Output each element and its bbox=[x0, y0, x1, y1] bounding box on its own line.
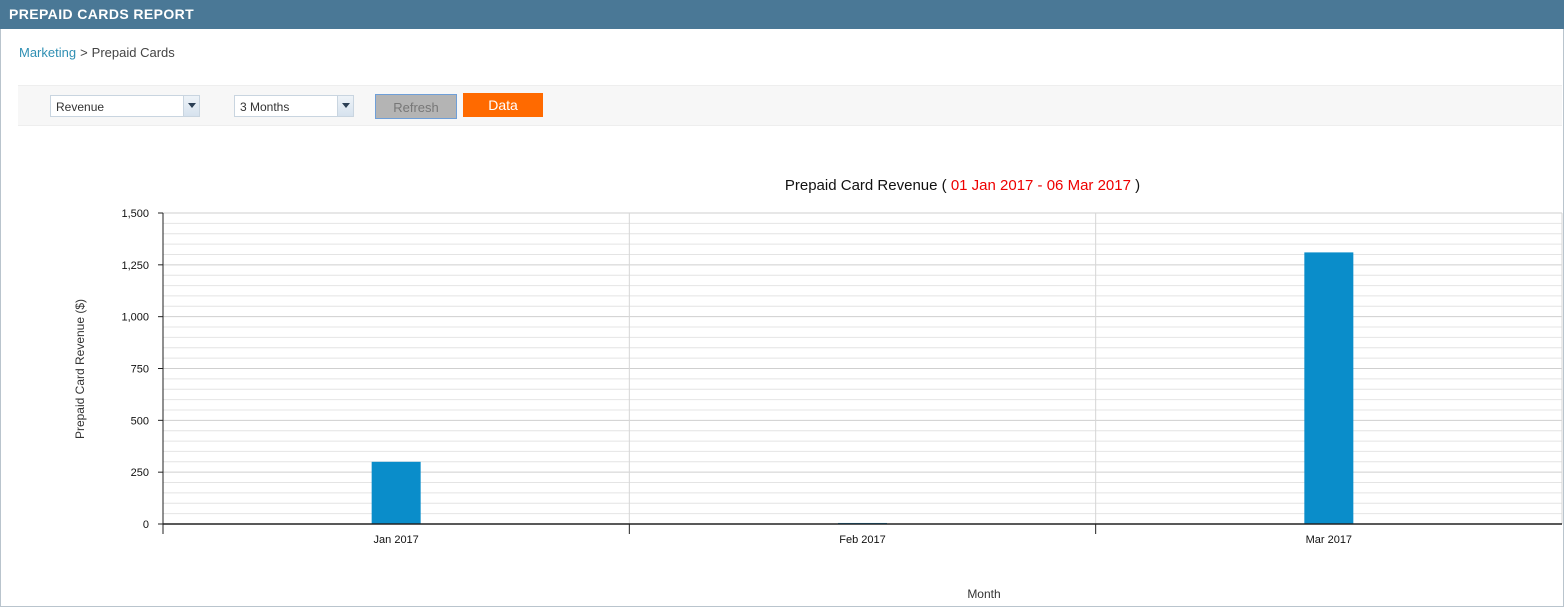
y-tick-label: 500 bbox=[131, 415, 149, 427]
revenue-bar-chart: 0 250 500 750 1,000 1,250 1,500 Jan 2017 Feb 201… bbox=[73, 208, 1563, 601]
y-tick-label: 1,000 bbox=[121, 312, 149, 324]
bar-jan-2017 bbox=[371, 461, 421, 524]
chart-bars bbox=[371, 252, 1354, 525]
x-tick-label: Jan 2017 bbox=[374, 534, 419, 546]
y-tick-label: 1,250 bbox=[121, 260, 149, 272]
chart-labels: 0 250 500 750 1,000 1,250 1,500 Jan 2017 Feb 201… bbox=[121, 208, 1352, 546]
x-axis-title: Month bbox=[967, 587, 1000, 601]
y-tick-label: 750 bbox=[131, 364, 149, 376]
x-tick-label: Mar 2017 bbox=[1306, 534, 1352, 546]
x-tick-label: Feb 2017 bbox=[839, 534, 885, 546]
bar-mar-2017 bbox=[1304, 252, 1354, 525]
y-tick-label: 1,500 bbox=[121, 208, 149, 220]
y-axis-title: Prepaid Card Revenue ($) bbox=[73, 299, 87, 439]
y-tick-label: 0 bbox=[143, 519, 149, 531]
y-tick-label: 250 bbox=[131, 467, 149, 479]
